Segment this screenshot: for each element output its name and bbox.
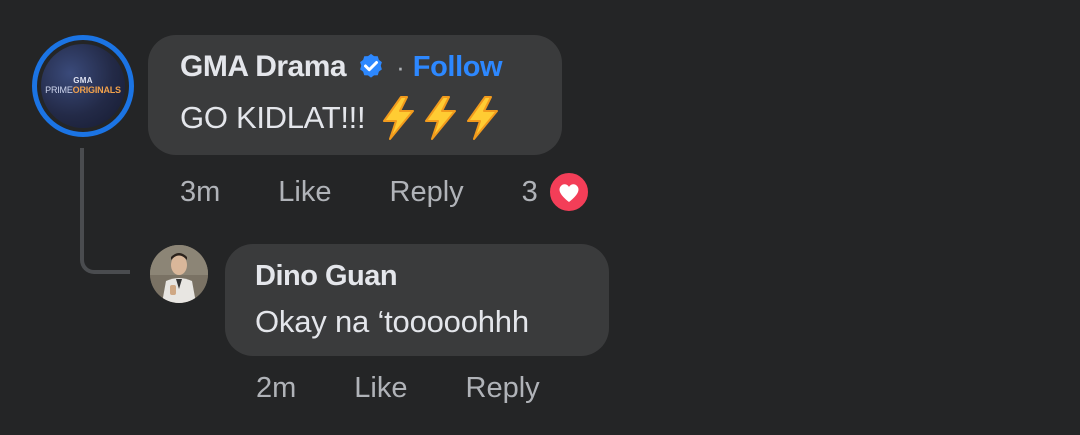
avatar-brand-line: PRIMEORIGINALS bbox=[45, 84, 121, 95]
avatar-brand: GMA bbox=[73, 75, 93, 85]
lightning-emoji-group bbox=[379, 95, 503, 141]
avatar-logo: GMA PRIMEORIGINALS bbox=[41, 44, 125, 128]
follow-button[interactable]: Follow bbox=[413, 51, 503, 84]
reply-like-button[interactable]: Like bbox=[354, 372, 407, 405]
comment-header: GMA Drama · Follow bbox=[180, 49, 562, 85]
profile-photo bbox=[150, 245, 208, 303]
reply-author-name[interactable]: Dino Guan bbox=[255, 258, 609, 294]
reply-thread-connector bbox=[80, 148, 130, 274]
reaction-summary[interactable]: 3 bbox=[522, 171, 590, 213]
gma-drama-avatar[interactable]: GMA PRIMEORIGINALS bbox=[32, 35, 134, 137]
lightning-bolt-icon bbox=[383, 96, 415, 140]
lightning-bolt-icon bbox=[467, 96, 499, 140]
reply-timestamp[interactable]: 2m bbox=[256, 372, 296, 405]
reply-button[interactable]: Reply bbox=[390, 176, 464, 209]
reply-bubble: Dino Guan Okay na ‘tooooohhh bbox=[225, 244, 609, 356]
comment-timestamp[interactable]: 3m bbox=[180, 176, 220, 209]
lightning-bolt-icon bbox=[425, 96, 457, 140]
reply-text: Okay na ‘tooooohhh bbox=[255, 304, 529, 339]
separator-dot: · bbox=[396, 51, 405, 82]
comment-text-content: GO KIDLAT!!! bbox=[180, 100, 366, 135]
comment-author-name[interactable]: GMA Drama bbox=[180, 50, 347, 84]
heart-reaction-icon bbox=[547, 171, 590, 213]
reply-actions: 2m Like Reply bbox=[256, 366, 598, 410]
comment-actions: 3m Like Reply 3 bbox=[180, 170, 590, 214]
like-button[interactable]: Like bbox=[278, 176, 331, 209]
reaction-count: 3 bbox=[521, 175, 538, 208]
comment-bubble: GMA Drama · Follow GO KIDLAT!!! bbox=[148, 35, 562, 155]
dino-guan-avatar[interactable] bbox=[150, 245, 208, 303]
comment-text: GO KIDLAT!!! bbox=[180, 95, 562, 141]
verified-badge-icon bbox=[360, 53, 382, 78]
reply-reply-button[interactable]: Reply bbox=[466, 372, 540, 405]
